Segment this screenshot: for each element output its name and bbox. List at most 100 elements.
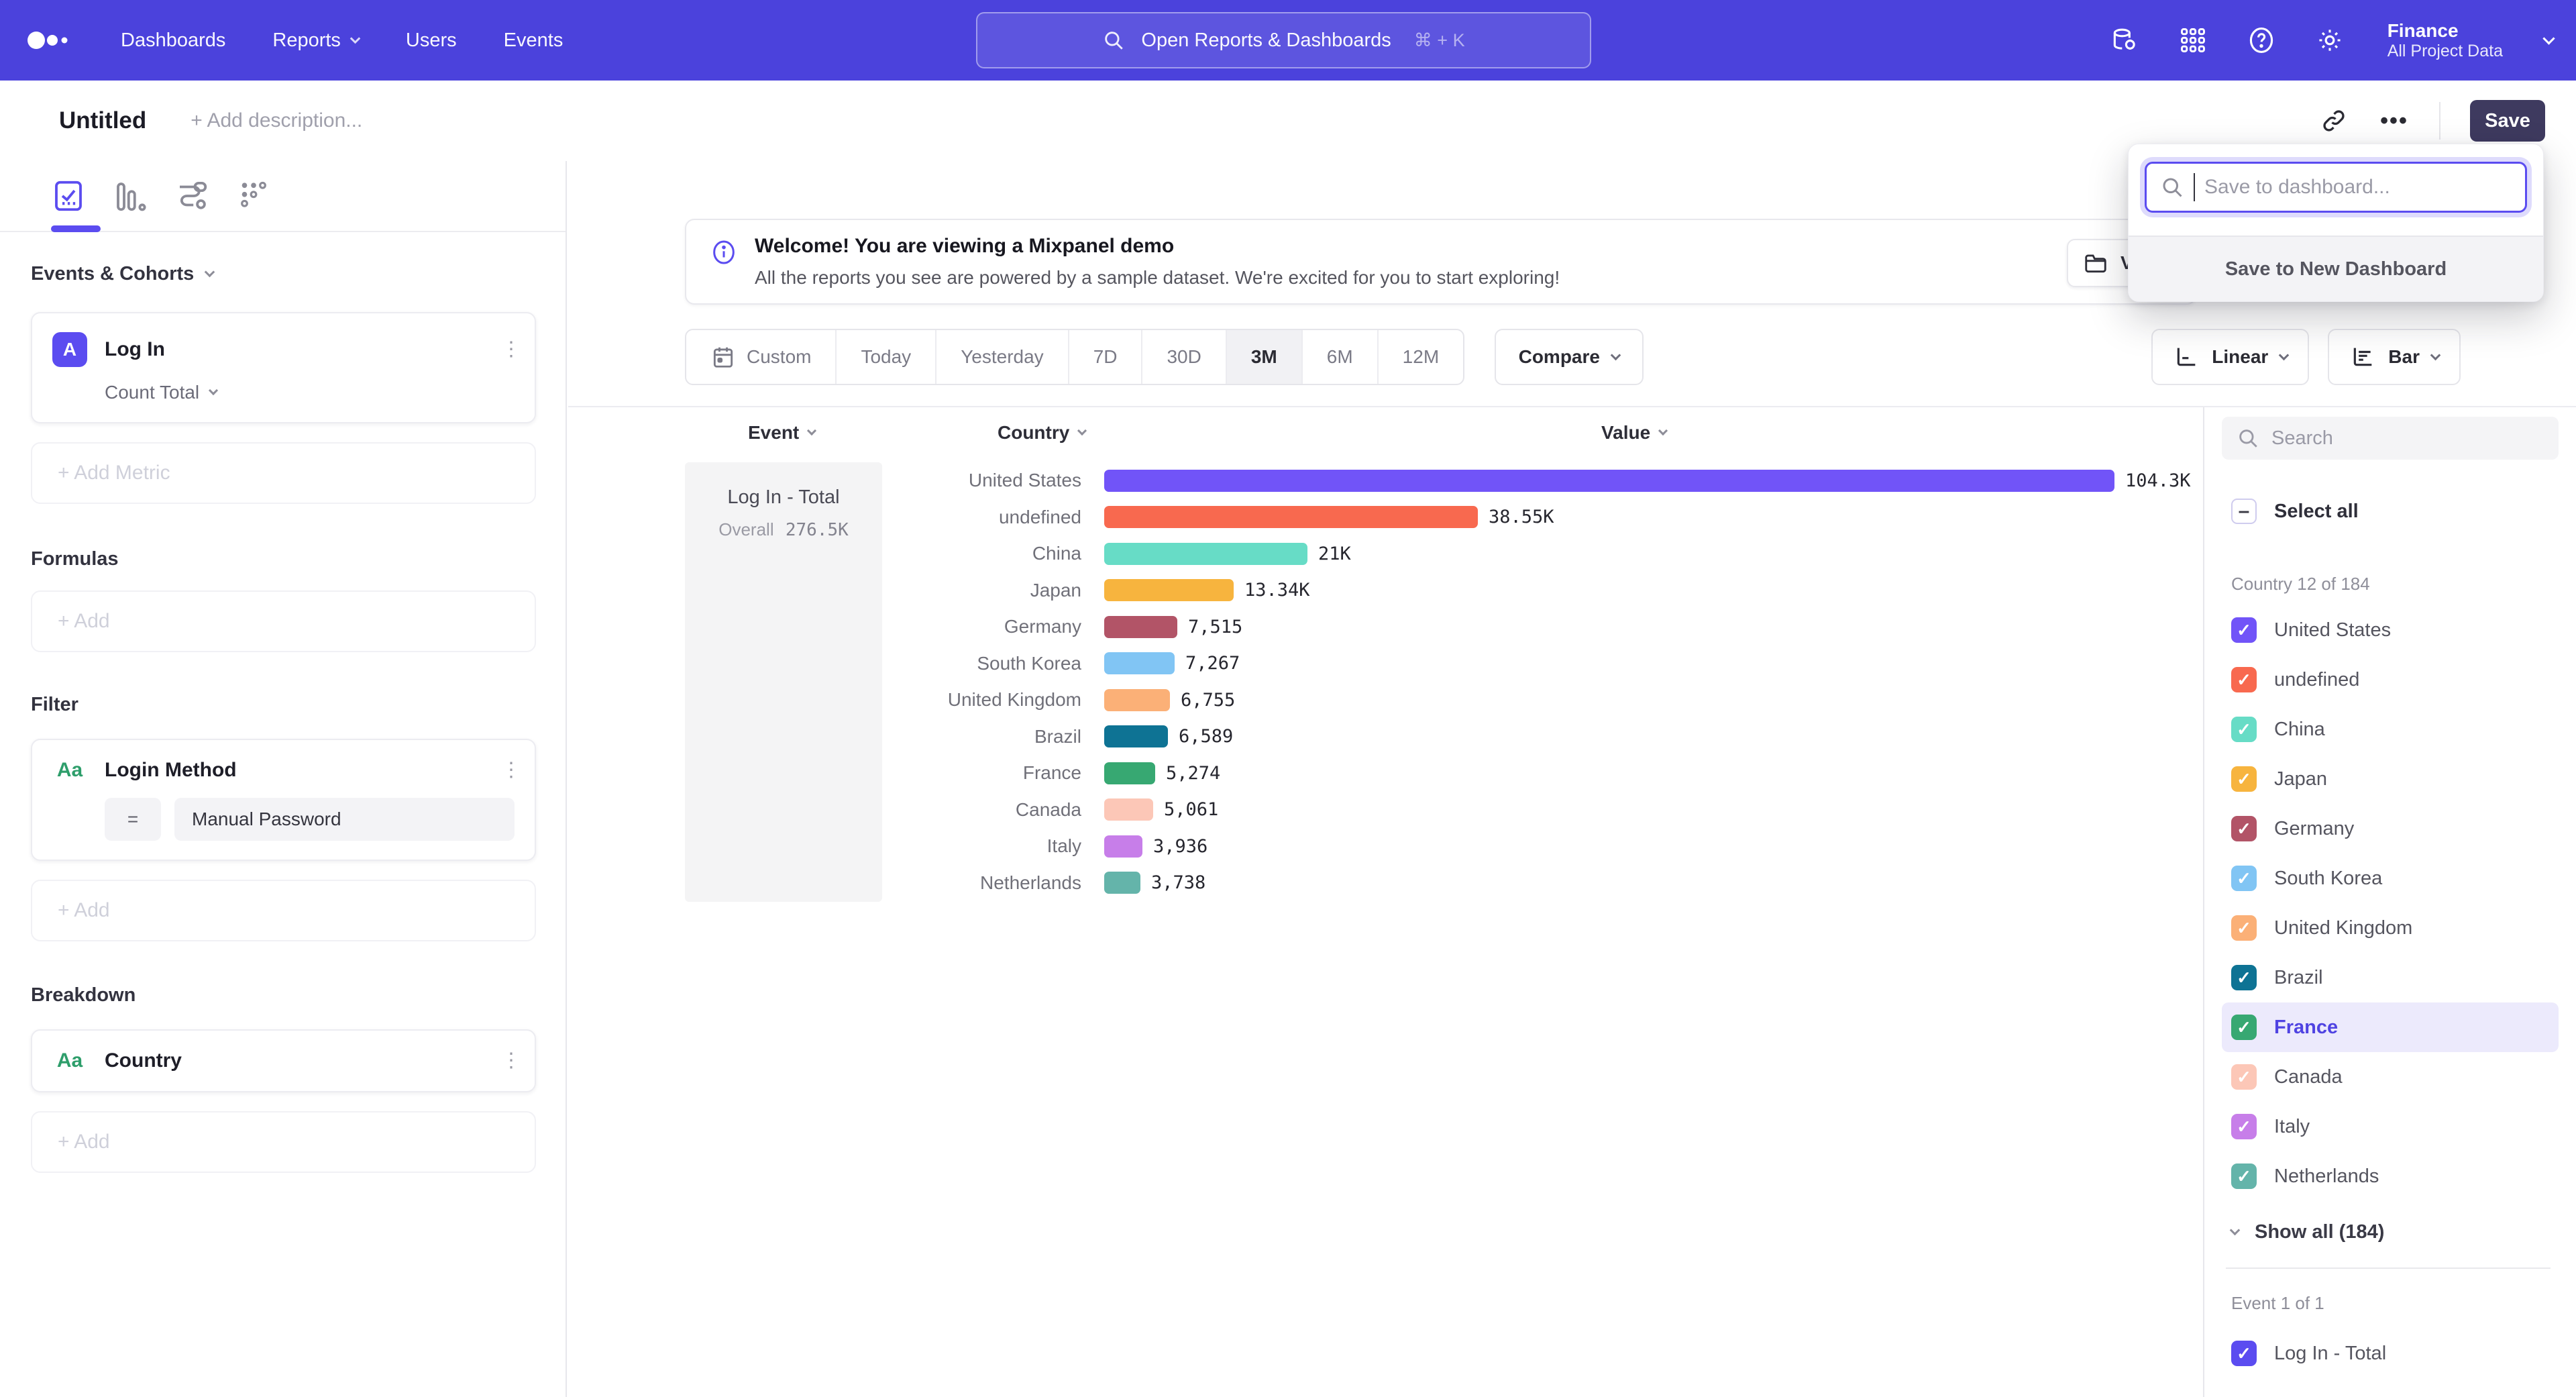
bar-segment[interactable] <box>1104 835 1142 858</box>
save-to-dashboard-input[interactable]: Save to dashboard... <box>2145 162 2527 213</box>
country-checkbox[interactable]: ✓ <box>2231 766 2257 792</box>
nav-item-events[interactable]: Events <box>504 30 564 52</box>
country-checkbox[interactable]: ✓ <box>2231 866 2257 891</box>
range-30d[interactable]: 30D <box>1142 330 1226 384</box>
global-search-input[interactable]: Open Reports & Dashboards ⌘ + K <box>976 12 1591 68</box>
save-button[interactable]: Save <box>2470 100 2545 142</box>
help-icon[interactable] <box>2247 25 2276 55</box>
filter-card-login-method[interactable]: Aa Login Method ⋮ = Manual Password <box>31 739 536 861</box>
event-summary-panel[interactable]: Log In - Total Overall 276.5K <box>685 462 882 902</box>
select-all-row[interactable]: – Select all <box>2222 486 2559 536</box>
scale-selector-linear[interactable]: Linear <box>2151 329 2309 385</box>
country-checkbox[interactable]: ✓ <box>2231 1114 2257 1139</box>
filter-operator[interactable]: = <box>105 798 161 841</box>
range-custom[interactable]: Custom <box>686 330 837 384</box>
country-checkbox[interactable]: ✓ <box>2231 667 2257 692</box>
bar-segment[interactable] <box>1104 689 1170 711</box>
country-row-france[interactable]: ✓France <box>2222 1002 2559 1052</box>
nav-item-users[interactable]: Users <box>406 30 457 52</box>
range-7d[interactable]: 7D <box>1069 330 1143 384</box>
search-icon <box>2237 427 2259 450</box>
tab-insights[interactable] <box>49 176 88 215</box>
country-checkbox[interactable]: ✓ <box>2231 1064 2257 1090</box>
event-checkbox[interactable]: ✓ <box>2231 1341 2257 1366</box>
range-6m[interactable]: 6M <box>1303 330 1379 384</box>
bar-segment[interactable] <box>1104 506 1478 528</box>
filter-options-button[interactable]: ⋮ <box>501 764 515 777</box>
project-switcher[interactable]: Finance All Project Data <box>2387 20 2503 61</box>
country-row-united-states[interactable]: ✓United States <box>2222 605 2559 655</box>
bar-segment[interactable] <box>1104 872 1140 894</box>
tab-retention[interactable] <box>234 176 273 215</box>
country-checkbox[interactable]: ✓ <box>2231 965 2257 990</box>
project-chevron-down-icon[interactable] <box>2542 32 2555 44</box>
bar-segment[interactable] <box>1104 616 1177 638</box>
bar-segment[interactable] <box>1104 652 1175 674</box>
bar-segment[interactable] <box>1104 543 1307 565</box>
data-management-icon[interactable] <box>2110 25 2139 55</box>
bar-segment[interactable] <box>1104 798 1153 821</box>
chart-type-selector-bar[interactable]: Bar <box>2328 329 2461 385</box>
tab-funnels[interactable] <box>111 176 150 215</box>
show-all-button[interactable]: Show all (184) <box>2222 1221 2559 1243</box>
country-row-brazil[interactable]: ✓Brazil <box>2222 953 2559 1002</box>
bar-segment[interactable] <box>1104 725 1168 747</box>
country-row-germany[interactable]: ✓Germany <box>2222 804 2559 853</box>
metric-options-button[interactable]: ⋮ <box>501 344 515 356</box>
country-checkbox[interactable]: ✓ <box>2231 717 2257 742</box>
country-row-china[interactable]: ✓China <box>2222 705 2559 754</box>
save-to-new-dashboard-button[interactable]: Save to New Dashboard <box>2129 236 2543 301</box>
settings-gear-icon[interactable] <box>2315 25 2345 55</box>
country-checkbox[interactable]: ✓ <box>2231 1015 2257 1040</box>
nav-item-reports[interactable]: Reports <box>272 30 359 52</box>
country-row-netherlands[interactable]: ✓Netherlands <box>2222 1151 2559 1201</box>
compare-label: Compare <box>1519 346 1600 368</box>
add-metric-button[interactable]: + Add Metric <box>31 442 536 504</box>
show-all-chevron-icon <box>2230 1225 2241 1236</box>
column-header-country[interactable]: Country <box>998 422 1085 444</box>
aggregation-selector[interactable]: Count Total <box>105 382 515 403</box>
report-title[interactable]: Untitled <box>59 107 146 134</box>
bar-value-label: 7,267 <box>1185 653 1240 674</box>
select-all-checkbox[interactable]: – <box>2231 499 2257 524</box>
range-yesterday[interactable]: Yesterday <box>936 330 1069 384</box>
country-checkbox[interactable]: ✓ <box>2231 1163 2257 1189</box>
series-search-input[interactable]: Search <box>2222 417 2559 460</box>
breakdown-options-button[interactable]: ⋮ <box>501 1055 515 1068</box>
metric-card-log-in[interactable]: A Log In ⋮ Count Total <box>31 312 536 423</box>
breakdown-card-country[interactable]: Aa Country ⋮ <box>31 1029 536 1092</box>
mixpanel-logo-icon[interactable] <box>25 25 74 55</box>
add-formula-button[interactable]: + Add <box>31 590 536 652</box>
add-description-field[interactable]: + Add description... <box>191 109 362 132</box>
copy-link-button[interactable] <box>2318 105 2349 136</box>
country-row-undefined[interactable]: ✓undefined <box>2222 655 2559 705</box>
country-row-japan[interactable]: ✓Japan <box>2222 754 2559 804</box>
add-breakdown-button[interactable]: + Add <box>31 1111 536 1173</box>
country-checkbox[interactable]: ✓ <box>2231 915 2257 941</box>
apps-grid-icon[interactable] <box>2178 25 2208 55</box>
banner-title: Welcome! You are viewing a Mixpanel demo <box>755 235 1560 258</box>
filter-value[interactable]: Manual Password <box>174 798 515 841</box>
country-row-united-kingdom[interactable]: ✓United Kingdom <box>2222 903 2559 953</box>
range-today[interactable]: Today <box>837 330 936 384</box>
events-cohorts-header[interactable]: Events & Cohorts <box>31 263 536 285</box>
bar-segment[interactable] <box>1104 579 1234 601</box>
column-header-event[interactable]: Event <box>748 422 815 444</box>
overflow-menu-button[interactable]: ••• <box>2379 105 2410 136</box>
tab-flows[interactable] <box>172 176 211 215</box>
add-filter-button[interactable]: + Add <box>31 880 536 941</box>
country-row-italy[interactable]: ✓Italy <box>2222 1102 2559 1151</box>
bar-segment[interactable] <box>1104 470 2114 492</box>
range-12m[interactable]: 12M <box>1379 330 1463 384</box>
country-row-south-korea[interactable]: ✓South Korea <box>2222 853 2559 903</box>
compare-button[interactable]: Compare <box>1495 329 1644 385</box>
range-3m[interactable]: 3M <box>1227 330 1303 384</box>
column-header-value[interactable]: Value <box>1601 422 1666 444</box>
event-checkbox-row[interactable]: ✓ Log In - Total <box>2222 1329 2559 1378</box>
nav-item-dashboards[interactable]: Dashboards <box>121 30 225 52</box>
country-checkbox[interactable]: ✓ <box>2231 816 2257 841</box>
bar-value-label: 5,061 <box>1164 799 1218 820</box>
country-row-canada[interactable]: ✓Canada <box>2222 1052 2559 1102</box>
country-checkbox[interactable]: ✓ <box>2231 617 2257 643</box>
bar-segment[interactable] <box>1104 762 1155 784</box>
